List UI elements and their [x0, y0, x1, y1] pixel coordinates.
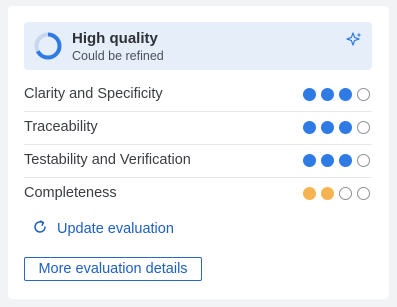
- rating-dot-filled: [321, 154, 334, 167]
- rating-dot-filled: [303, 121, 316, 134]
- rating-dot-filled: [303, 154, 316, 167]
- rating-dot-empty: [357, 121, 370, 134]
- rating-dots: [303, 187, 370, 200]
- rating-dot-filled: [303, 187, 316, 200]
- rating-dot-filled: [303, 88, 316, 101]
- criterion-label: Testability and Verification: [24, 152, 191, 168]
- rating-dots: [303, 154, 370, 167]
- rating-dots: [303, 88, 370, 101]
- criterion-row: Completeness: [24, 177, 372, 210]
- quality-banner: High quality Could be refined: [24, 22, 372, 70]
- update-evaluation-link[interactable]: Update evaluation: [32, 219, 174, 239]
- rating-dot-empty: [339, 187, 352, 200]
- rating-dot-filled: [321, 187, 334, 200]
- more-evaluation-details-button[interactable]: More evaluation details: [24, 257, 202, 281]
- quality-subtitle: Could be refined: [72, 49, 164, 63]
- criterion-row: Traceability: [24, 111, 372, 144]
- sparkle-icon[interactable]: [345, 31, 363, 54]
- rating-dots: [303, 121, 370, 134]
- refresh-icon: [32, 219, 48, 239]
- rating-dot-filled: [339, 121, 352, 134]
- criterion-label: Completeness: [24, 185, 117, 201]
- evaluation-card: High quality Could be refined Clarity an…: [8, 6, 389, 299]
- rating-dot-filled: [339, 154, 352, 167]
- rating-dot-filled: [321, 88, 334, 101]
- rating-dot-empty: [357, 88, 370, 101]
- update-evaluation-label: Update evaluation: [57, 221, 174, 237]
- criterion-row: Clarity and Specificity: [24, 78, 372, 111]
- progress-ring-icon: [33, 31, 63, 66]
- rating-dot-empty: [357, 154, 370, 167]
- rating-dot-filled: [339, 88, 352, 101]
- criterion-row: Testability and Verification: [24, 144, 372, 177]
- rating-dot-empty: [357, 187, 370, 200]
- criterion-label: Traceability: [24, 119, 98, 135]
- quality-title: High quality: [72, 30, 158, 47]
- criterion-label: Clarity and Specificity: [24, 86, 163, 102]
- rating-dot-filled: [321, 121, 334, 134]
